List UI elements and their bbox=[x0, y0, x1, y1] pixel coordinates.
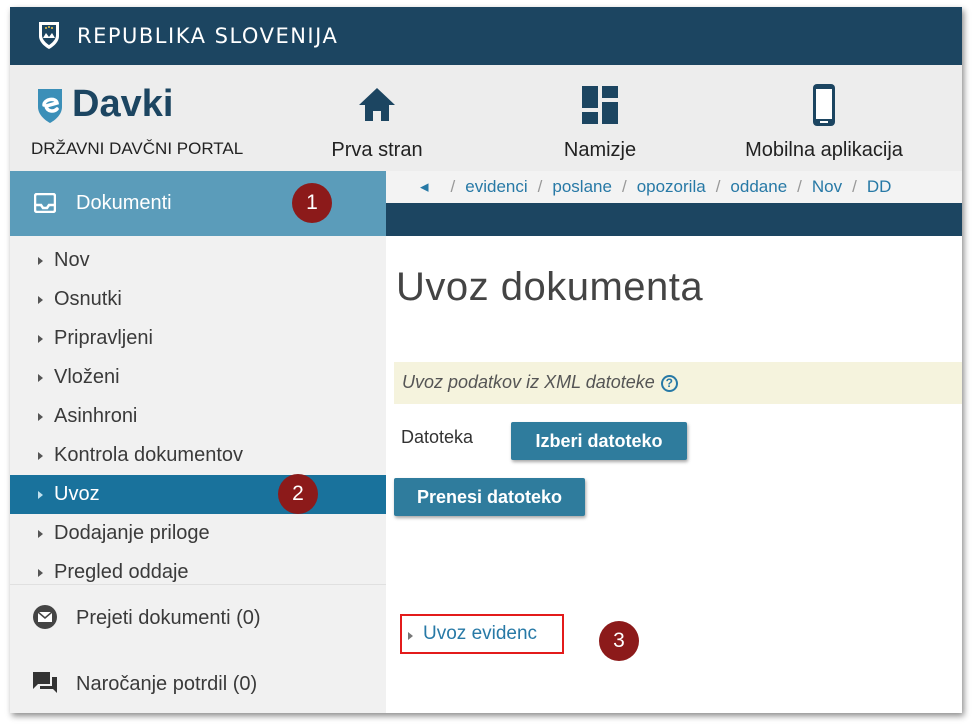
edavki-e-mark-icon bbox=[38, 89, 62, 123]
content-header-stripe bbox=[386, 203, 962, 236]
nav-home[interactable]: Prva stran bbox=[322, 83, 432, 162]
brand-subtitle: DRŽAVNI DAVČNI PORTAL bbox=[31, 139, 244, 158]
sidebar-group-label: Naročanje potrdil (0) bbox=[76, 673, 258, 695]
info-text: Uvoz podatkov iz XML datoteke bbox=[402, 372, 655, 392]
government-title: REPUBLIKA SLOVENIJA bbox=[77, 24, 339, 48]
breadcrumb: ◂ / evidenci / poslane / opozorila / oddane / Nov /… bbox=[420, 177, 892, 197]
sidebar-item-label: Asinhroni bbox=[54, 405, 138, 427]
caret-right-icon bbox=[38, 491, 43, 499]
caret-left-icon[interactable]: ◂ bbox=[420, 177, 429, 197]
sidebar-item-pregled-oddaje[interactable]: Pregled oddaje bbox=[10, 553, 386, 592]
annotation-badge-2: 2 bbox=[278, 474, 318, 514]
annotation-badge-3: 3 bbox=[599, 621, 639, 661]
sidebar-group-prejeti-dokumenti[interactable]: Prejeti dokumenti (0) bbox=[10, 601, 386, 641]
sidebar-group-label: Prejeti dokumenti (0) bbox=[76, 607, 261, 629]
sidebar-item-uvoz[interactable]: Uvoz 2 bbox=[10, 474, 386, 514]
sidebar: Dokumenti 1 Nov Osnutki Pripravljeni Vlo… bbox=[10, 171, 386, 713]
brand-name: Davki bbox=[72, 83, 174, 125]
sidebar-item-vlozeni[interactable]: Vloženi bbox=[10, 358, 386, 397]
nav-dashboard-label: Namizje bbox=[563, 139, 637, 161]
caret-right-icon bbox=[38, 452, 43, 460]
portal-window: REPUBLIKA SLOVENIJA Davki DRŽAVNI DAVČNI… bbox=[10, 7, 962, 713]
sidebar-item-osnutki[interactable]: Osnutki bbox=[10, 280, 386, 319]
sidebar-item-dodajanje-priloge[interactable]: Dodajanje priloge bbox=[10, 514, 386, 553]
sidebar-item-label: Dodajanje priloge bbox=[54, 522, 210, 544]
nav-home-label: Prva stran bbox=[331, 139, 423, 161]
mail-icon bbox=[33, 605, 57, 629]
file-label: Datoteka bbox=[401, 427, 474, 447]
breadcrumb-item[interactable]: DD bbox=[867, 177, 892, 196]
mobile-icon bbox=[813, 84, 835, 126]
caret-right-icon bbox=[38, 335, 43, 343]
caret-right-icon bbox=[38, 257, 43, 265]
sidebar-item-label: Pregled oddaje bbox=[54, 561, 189, 583]
nav-mobile-app[interactable]: Mobilna aplikacija bbox=[735, 83, 913, 162]
caret-right-icon bbox=[38, 296, 43, 304]
caret-right-icon bbox=[38, 374, 43, 382]
sidebar-item-pripravljeni[interactable]: Pripravljeni bbox=[10, 319, 386, 358]
caret-right-icon bbox=[38, 413, 43, 421]
breadcrumb-bar: ◂ / evidenci / poslane / opozorila / oddane / Nov /… bbox=[386, 171, 962, 203]
chat-icon bbox=[33, 672, 57, 693]
sidebar-item-nov[interactable]: Nov bbox=[10, 241, 386, 280]
sidebar-group-narocanje-potrdil[interactable]: Naročanje potrdil (0) bbox=[10, 667, 386, 707]
dashboard-icon bbox=[582, 86, 618, 124]
nav-mobile-label: Mobilna aplikacija bbox=[745, 139, 903, 161]
sidebar-list: Nov Osnutki Pripravljeni Vloženi Asinhro… bbox=[10, 241, 386, 592]
nav-dashboard[interactable]: Namizje bbox=[550, 83, 650, 162]
breadcrumb-item[interactable]: Nov bbox=[812, 177, 842, 196]
caret-right-icon bbox=[38, 530, 43, 538]
sidebar-divider bbox=[10, 584, 386, 585]
sidebar-section-dokumenti[interactable]: Dokumenti 1 bbox=[10, 171, 386, 236]
annotation-badge-1: 1 bbox=[292, 183, 332, 223]
evidence-import-label: Uvoz evidenc bbox=[423, 623, 538, 644]
breadcrumb-item[interactable]: opozorila bbox=[637, 177, 706, 196]
caret-right-icon bbox=[38, 569, 43, 577]
breadcrumb-item[interactable]: evidenci bbox=[465, 177, 527, 196]
sidebar-item-label: Nov bbox=[54, 249, 90, 271]
breadcrumb-item[interactable]: poslane bbox=[552, 177, 612, 196]
inbox-icon bbox=[34, 193, 56, 213]
info-banner: Uvoz podatkov iz XML datoteke? bbox=[394, 362, 962, 404]
coat-of-arms-icon bbox=[39, 22, 59, 49]
upload-file-button[interactable]: Prenesi datoteko bbox=[394, 478, 585, 516]
sidebar-item-kontrola-dokumentov[interactable]: Kontrola dokumentov bbox=[10, 436, 386, 475]
home-icon bbox=[359, 88, 395, 121]
sidebar-item-label: Uvoz bbox=[54, 483, 100, 505]
evidence-import-link[interactable]: Uvoz evidenc bbox=[400, 614, 564, 654]
breadcrumb-item[interactable]: oddane bbox=[730, 177, 787, 196]
sidebar-item-label: Osnutki bbox=[54, 288, 122, 310]
sidebar-item-label: Vloženi bbox=[54, 366, 120, 388]
sidebar-item-label: Pripravljeni bbox=[54, 327, 153, 349]
sidebar-item-label: Kontrola dokumentov bbox=[54, 444, 244, 466]
help-icon[interactable]: ? bbox=[660, 375, 678, 392]
site-header: Davki DRŽAVNI DAVČNI PORTAL Prva stran N… bbox=[10, 65, 962, 171]
choose-file-button[interactable]: Izberi datoteko bbox=[511, 422, 687, 460]
sidebar-section-label: Dokumenti bbox=[76, 192, 172, 214]
page-title: Uvoz dokumenta bbox=[396, 265, 704, 309]
caret-right-icon bbox=[408, 632, 413, 640]
sidebar-item-asinhroni[interactable]: Asinhroni bbox=[10, 397, 386, 436]
info-text-wrap: Uvoz podatkov iz XML datoteke? bbox=[402, 372, 678, 393]
government-bar: REPUBLIKA SLOVENIJA bbox=[10, 7, 962, 65]
